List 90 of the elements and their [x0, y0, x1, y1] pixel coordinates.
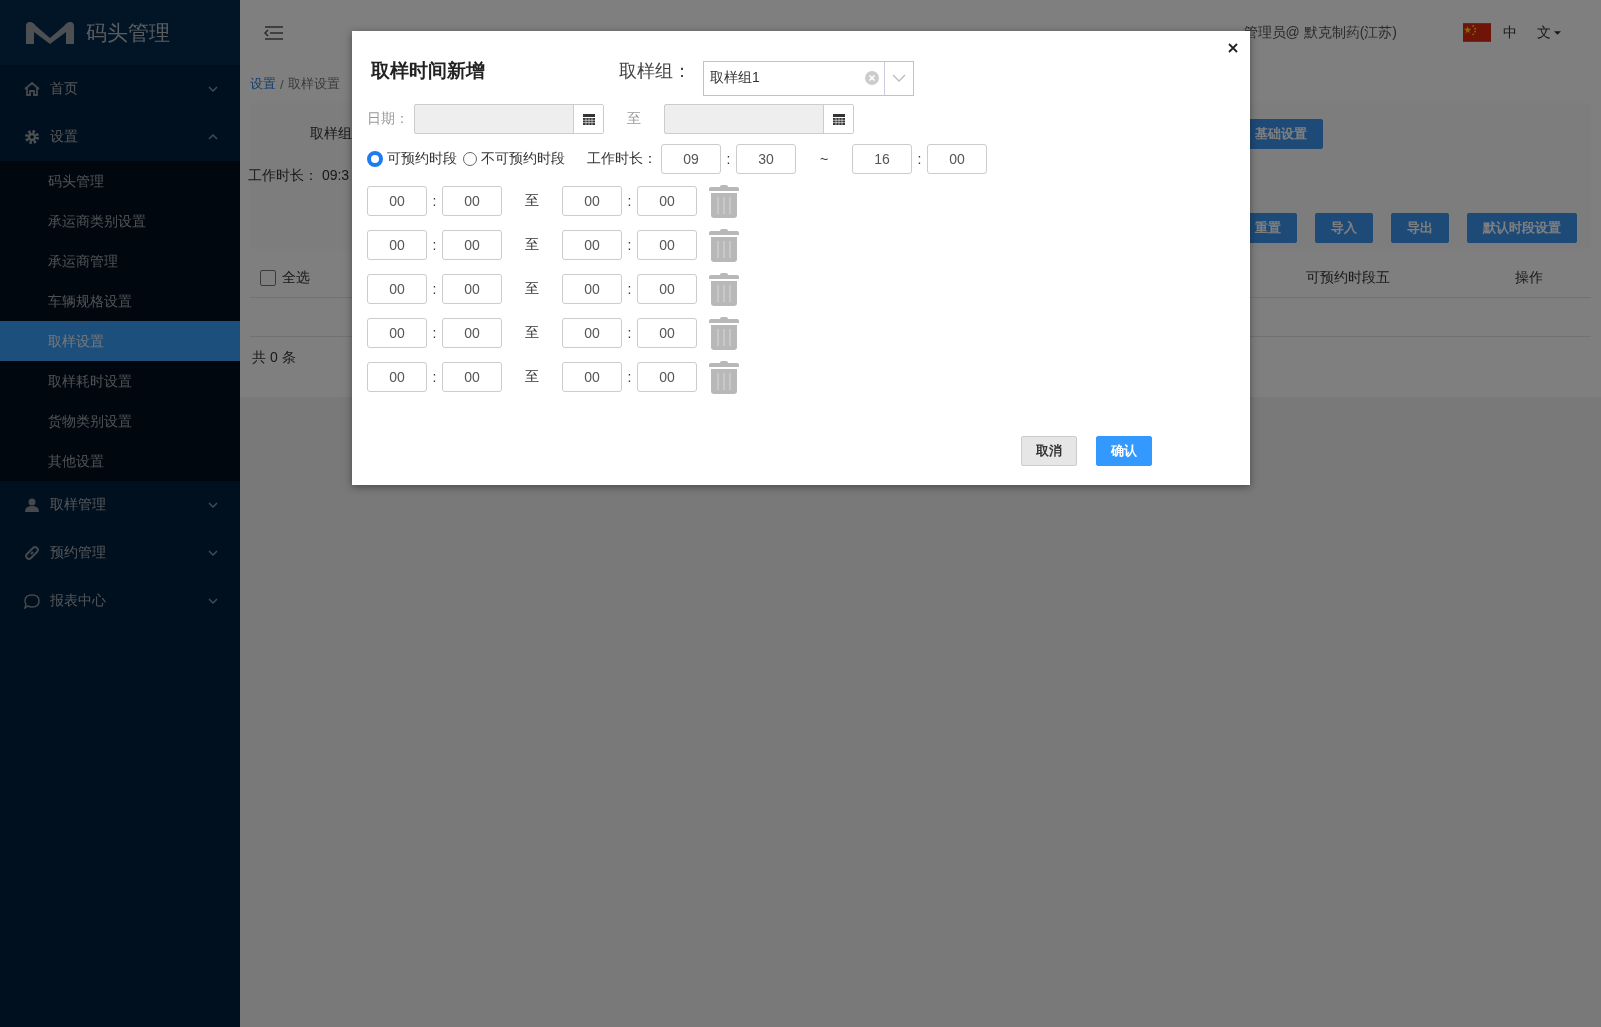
sidebar-item-label: 报表中心: [50, 592, 107, 610]
hour-field[interactable]: 00: [562, 318, 622, 348]
field-label: 取样组: [310, 125, 352, 143]
cancel-button[interactable]: 取消: [1021, 436, 1077, 466]
minute-field[interactable]: 30: [736, 144, 796, 174]
hour-field[interactable]: 00: [562, 362, 622, 392]
hour-field[interactable]: 16: [852, 144, 912, 174]
group-select[interactable]: 取样组1: [703, 60, 914, 96]
range-separator: 至: [524, 368, 540, 386]
minute-field[interactable]: 00: [442, 186, 502, 216]
time-separator: :: [725, 151, 732, 167]
sidebar-item-label: 预约管理: [50, 544, 107, 562]
radio-label: 可预约时段: [387, 150, 457, 168]
menu-icon[interactable]: [264, 24, 284, 41]
total-count: 共 0 条: [251, 348, 297, 367]
logo-icon: [24, 19, 76, 46]
trash-icon[interactable]: [709, 316, 739, 350]
column-header: 操作: [1515, 269, 1543, 287]
time-separator: :: [626, 369, 633, 385]
column-header: 可预约时段五: [1306, 269, 1390, 287]
date-field[interactable]: [414, 104, 604, 134]
hour-field[interactable]: 00: [367, 274, 427, 304]
trash-icon[interactable]: [709, 360, 739, 394]
chevron-down-icon[interactable]: [892, 74, 906, 82]
home-icon: [24, 81, 40, 97]
minute-field[interactable]: 00: [637, 186, 697, 216]
time-separator: :: [431, 281, 438, 297]
sidebar-item-label: 首页: [50, 80, 79, 98]
minute-field[interactable]: 00: [442, 362, 502, 392]
time-separator: :: [626, 281, 633, 297]
minute-field[interactable]: 00: [637, 318, 697, 348]
hour-field[interactable]: 00: [367, 230, 427, 260]
user-icon: [24, 497, 40, 513]
trash-icon[interactable]: [709, 272, 739, 306]
minute-field[interactable]: 00: [442, 318, 502, 348]
calendar-icon[interactable]: [832, 113, 845, 125]
time-separator: :: [431, 369, 438, 385]
link-icon: [24, 545, 40, 561]
chat-icon: [24, 593, 40, 609]
breadcrumb-current: 取样设置: [287, 75, 340, 93]
range-separator: 至: [524, 192, 540, 210]
flag-icon[interactable]: [1463, 23, 1491, 42]
work-hours-text: 工作时长： 09:3: [248, 167, 351, 185]
time-separator: :: [626, 325, 633, 341]
trash-icon[interactable]: [709, 184, 739, 218]
hour-field[interactable]: 00: [367, 318, 427, 348]
time-separator: :: [626, 193, 633, 209]
field-label: 日期：: [367, 110, 410, 128]
time-separator: :: [431, 193, 438, 209]
clear-icon[interactable]: [865, 71, 879, 85]
field-label: 工作时长：: [587, 150, 657, 168]
time-separator: :: [626, 237, 633, 253]
hour-field[interactable]: 00: [562, 186, 622, 216]
range-separator: ~: [818, 151, 830, 167]
checkbox[interactable]: [260, 270, 276, 286]
dialog-title: 取样时间新增: [370, 59, 486, 83]
hour-field[interactable]: 00: [367, 186, 427, 216]
time-separator: :: [431, 325, 438, 341]
settings-icon: [24, 129, 40, 145]
range-separator: 至: [626, 110, 642, 128]
minute-field[interactable]: 00: [442, 230, 502, 260]
minute-field[interactable]: 00: [927, 144, 987, 174]
minute-field[interactable]: 00: [442, 274, 502, 304]
caret-icon: [1554, 30, 1561, 35]
language-label[interactable]: 中: [1503, 23, 1517, 42]
hour-field[interactable]: 00: [367, 362, 427, 392]
trash-icon[interactable]: [709, 228, 739, 262]
hour-field[interactable]: 00: [562, 230, 622, 260]
language-menu[interactable]: 文: [1537, 23, 1561, 42]
minute-field[interactable]: 00: [637, 362, 697, 392]
calendar-icon[interactable]: [582, 113, 595, 125]
hour-field[interactable]: 00: [562, 274, 622, 304]
range-separator: 至: [524, 236, 540, 254]
close-icon[interactable]: [1228, 43, 1238, 53]
minute-field[interactable]: 00: [637, 274, 697, 304]
date-field[interactable]: [664, 104, 854, 134]
time-separator: :: [916, 151, 923, 167]
logo-text: 码头管理: [86, 19, 170, 46]
time-separator: :: [431, 237, 438, 253]
radio-button[interactable]: [367, 151, 383, 167]
range-separator: 至: [524, 280, 540, 298]
minute-field[interactable]: 00: [637, 230, 697, 260]
breadcrumb-separator: /: [280, 76, 284, 92]
field-label: 取样组：: [619, 60, 691, 83]
radio-label: 不可预约时段: [481, 150, 565, 168]
hour-field[interactable]: 09: [661, 144, 721, 174]
sidebar-item-label: 取样管理: [50, 496, 107, 514]
select-all-label: 全选: [282, 269, 310, 287]
range-separator: 至: [524, 324, 540, 342]
sidebar-item-label: 设置: [50, 128, 79, 146]
